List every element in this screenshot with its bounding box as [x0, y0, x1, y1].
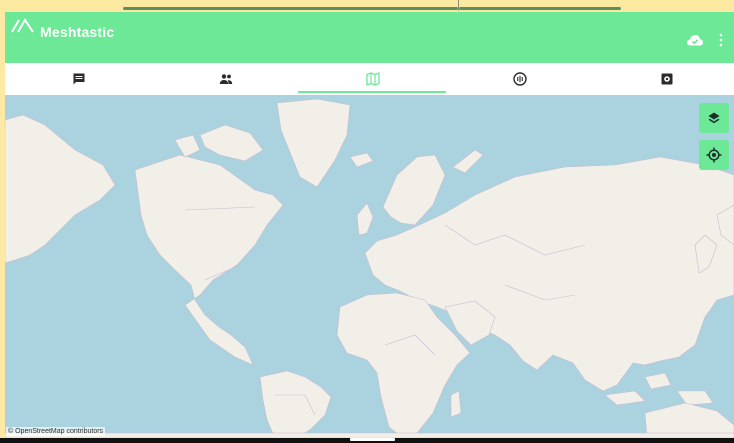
radio-icon: [512, 72, 527, 86]
meshtastic-logo-icon: [11, 18, 34, 33]
land-madagascar: [450, 390, 462, 418]
tab-channel[interactable]: [446, 63, 593, 95]
tab-nodes[interactable]: [152, 63, 299, 95]
status-indicator-bar-secondary: [459, 7, 621, 10]
cloud-sync-icon[interactable]: [686, 33, 704, 47]
app-title: Meshtastic: [40, 24, 115, 40]
map-icon: [365, 72, 380, 86]
land-great-britain: [356, 202, 374, 236]
land-indonesia-3: [676, 390, 714, 406]
status-strip: [0, 0, 734, 12]
settings-icon: [661, 73, 672, 85]
map-layers-button[interactable]: [699, 103, 729, 133]
land-arctic-islands-2: [174, 134, 201, 158]
land-greenland: [276, 98, 351, 188]
my-location-button[interactable]: [699, 140, 729, 170]
app-screen: Meshtastic © OpenStreetMap contributors: [0, 0, 734, 443]
land-arctic-islands: [199, 124, 264, 162]
land-novaya-zemlya: [452, 149, 484, 174]
land-far-east-asia-left: [5, 114, 116, 264]
map-tiles: [5, 98, 734, 438]
land-south-america: [259, 370, 332, 438]
land-indonesia-2: [644, 372, 672, 390]
land-north-america: [134, 154, 284, 366]
status-indicator-bar: [123, 7, 458, 10]
land-indonesia-1: [604, 390, 646, 406]
more-vert-icon[interactable]: [718, 33, 724, 47]
map-attribution[interactable]: © OpenStreetMap contributors: [6, 427, 106, 436]
tab-messages[interactable]: [5, 63, 152, 95]
nav-home-handle[interactable]: [350, 438, 395, 441]
my-location-icon: [706, 147, 722, 163]
chat-icon: [73, 73, 84, 85]
people-icon: [219, 74, 232, 84]
land-scandinavia: [382, 154, 446, 226]
tab-settings[interactable]: [593, 63, 734, 95]
land-iceland: [349, 152, 374, 168]
layers-icon: [708, 112, 720, 124]
selected-tab-indicator: [298, 91, 446, 93]
world-map[interactable]: [5, 95, 734, 438]
